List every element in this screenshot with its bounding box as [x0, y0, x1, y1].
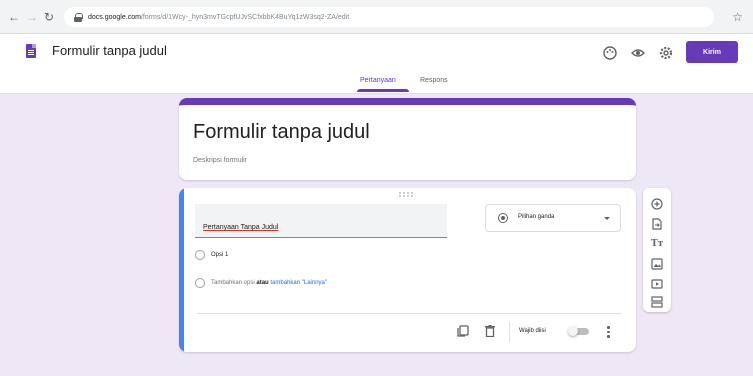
card-footer-divider	[197, 313, 622, 314]
add-video-icon[interactable]	[651, 278, 663, 290]
add-title-icon[interactable]: Tт	[651, 238, 663, 250]
tab-questions[interactable]: Pertanyaan	[360, 77, 396, 84]
question-type-label: Pilihan ganda	[518, 214, 555, 220]
add-question-icon[interactable]	[651, 198, 663, 210]
option-1-field[interactable]: Opsi 1	[211, 252, 228, 258]
add-other-link[interactable]: tambahkan "Lainnya"	[270, 280, 327, 286]
more-vert-icon[interactable]	[607, 326, 610, 338]
import-questions-icon[interactable]	[651, 218, 663, 230]
add-section-icon[interactable]	[651, 296, 663, 308]
eye-icon[interactable]	[631, 46, 645, 60]
palette-icon[interactable]	[603, 46, 617, 60]
url-path: /forms/d/1Wcy-_hyn3mvTGcpfUJvSCfxbbK4BuY…	[140, 13, 350, 21]
or-label: atau	[256, 280, 269, 286]
duplicate-icon[interactable]	[457, 325, 469, 337]
browser-toolbar: ← → ↻ docs.google.com /forms/d/1Wcy-_hyn…	[0, 0, 753, 34]
delete-icon[interactable]	[485, 325, 495, 337]
back-arrow-icon[interactable]: ←	[8, 10, 20, 24]
form-description-field[interactable]: Deskripsi formulir	[193, 157, 247, 164]
question-type-dropdown[interactable]: Pilihan ganda	[485, 204, 621, 232]
side-toolbar: Tт	[643, 188, 671, 312]
document-title[interactable]: Formulir tanpa judul	[52, 43, 167, 58]
add-option-button[interactable]: Tambahkan opsi	[211, 280, 255, 286]
bookmark-star-icon[interactable]: ☆	[732, 10, 743, 24]
form-title[interactable]: Formulir tanpa judul	[193, 121, 370, 144]
address-bar[interactable]: docs.google.com /forms/d/1Wcy-_hyn3mvTGc…	[64, 7, 714, 27]
chevron-down-icon	[604, 217, 610, 220]
active-card-indicator	[179, 188, 184, 352]
option-radio-icon	[195, 250, 205, 260]
send-button[interactable]: Kirim	[686, 41, 738, 63]
required-label: Wajib diisi	[519, 328, 546, 334]
required-toggle[interactable]	[568, 326, 589, 336]
add-option-row: Tambahkan opsi atau tambahkan "Lainnya"	[211, 280, 327, 286]
question-card[interactable]: Pertanyaan Tanpa Judul Pilihan ganda Ops…	[179, 188, 636, 352]
radio-button-icon	[498, 213, 508, 223]
forms-header: Formulir tanpa judul Kirim Pertanyaan Re…	[0, 34, 753, 94]
forward-arrow-icon[interactable]: →	[26, 10, 38, 24]
lock-icon	[74, 12, 83, 22]
settings-icon[interactable]	[659, 46, 673, 60]
drag-handle-icon[interactable]	[399, 192, 413, 197]
question-title-text: Pertanyaan Tanpa Judul	[203, 224, 279, 231]
active-tab-indicator	[357, 89, 409, 92]
reload-icon[interactable]: ↻	[44, 10, 54, 24]
url-domain: docs.google.com	[88, 13, 141, 21]
forms-logo-icon[interactable]	[26, 44, 36, 58]
form-title-card[interactable]: Formulir tanpa judul Deskripsi formulir	[179, 98, 636, 180]
tab-responses[interactable]: Respons	[420, 77, 448, 84]
footer-vertical-divider	[509, 322, 510, 342]
add-image-icon[interactable]	[651, 258, 663, 270]
question-title-input[interactable]: Pertanyaan Tanpa Judul	[195, 204, 447, 238]
add-option-radio-icon	[195, 278, 205, 288]
